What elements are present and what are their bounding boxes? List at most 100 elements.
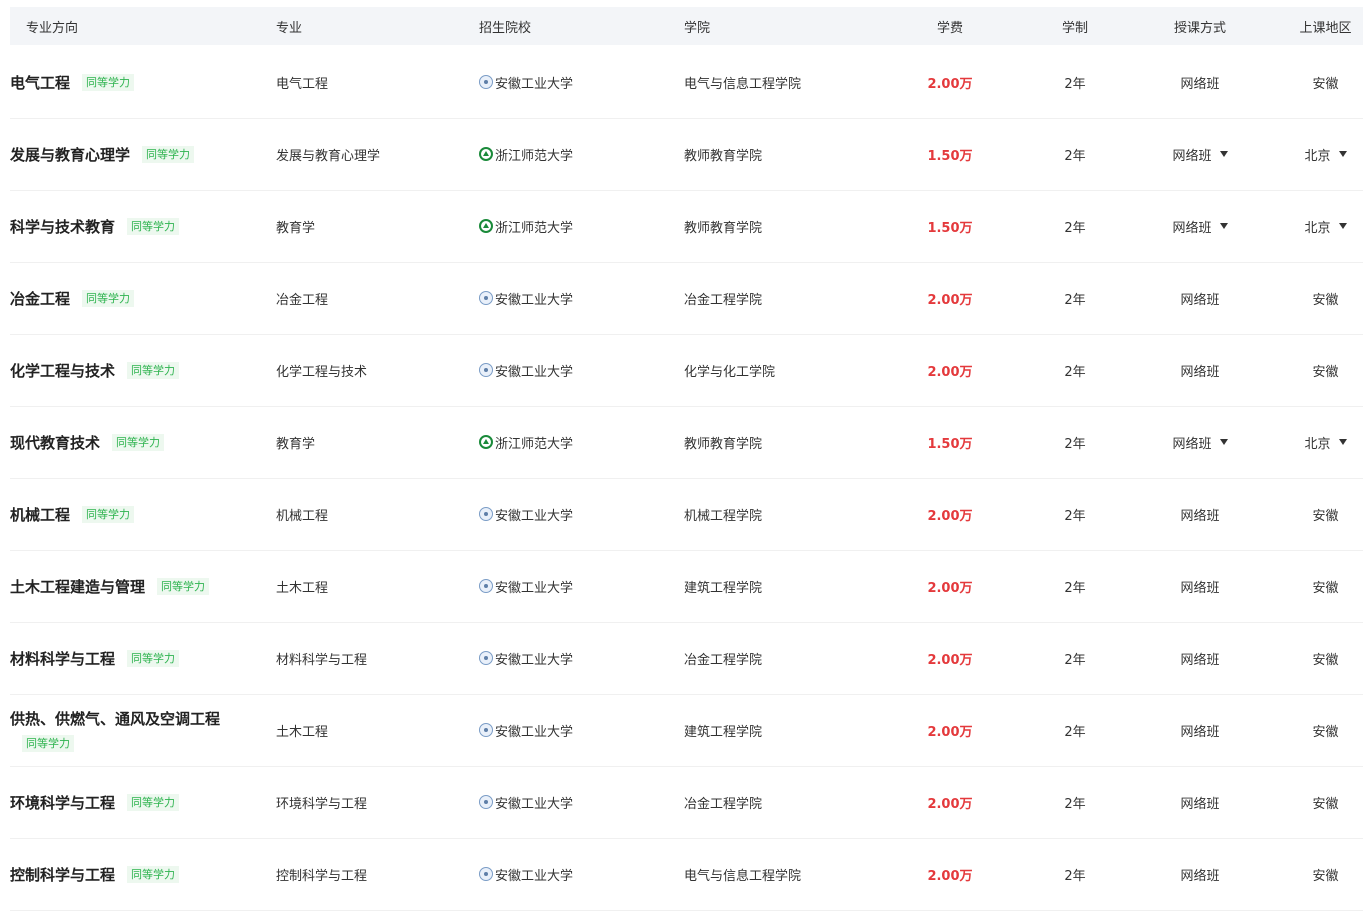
table-row[interactable]: 机械工程 同等学力 机械工程 安徽工业大学 机械工程学院 2.00万 2年 网络… bbox=[10, 478, 1363, 551]
table-row[interactable]: 环境科学与工程 同等学力 环境科学与工程 安徽工业大学 冶金工程学院 2.00万… bbox=[10, 766, 1363, 839]
direction-cell: 化学工程与技术 同等学力 bbox=[10, 334, 270, 406]
direction-name[interactable]: 材料科学与工程 bbox=[10, 648, 115, 669]
header-years: 学制 bbox=[1061, 20, 1088, 36]
college-cell: 冶金工程学院 bbox=[684, 292, 763, 308]
fee-cell: 2.00万 bbox=[910, 46, 990, 118]
table-row[interactable]: 发展与教育心理学 同等学力 发展与教育心理学 浙江师范大学 教师教育学院 1.5… bbox=[10, 118, 1363, 191]
direction-cell: 环境科学与工程 同等学力 bbox=[10, 766, 270, 838]
mode-dropdown[interactable]: 网络班 bbox=[1172, 145, 1228, 164]
table-row[interactable]: 材料科学与工程 同等学力 材料科学与工程 安徽工业大学 冶金工程学院 2.00万… bbox=[10, 622, 1363, 695]
school-name: 安徽工业大学 bbox=[495, 724, 574, 740]
direction-name[interactable]: 供热、供燃气、通风及空调工程 bbox=[10, 708, 220, 729]
table-row[interactable]: 电气工程 同等学力 电气工程 安徽工业大学 电气与信息工程学院 2.00万 2年… bbox=[10, 46, 1363, 119]
fee-value: 2.00万 bbox=[927, 868, 973, 884]
mode-value: 网络班 bbox=[1180, 652, 1220, 668]
region-value: 安徽 bbox=[1312, 292, 1339, 308]
mode-cell: 网络班 bbox=[1150, 334, 1250, 406]
header-direction: 专业方向 bbox=[26, 20, 79, 36]
direction-name[interactable]: 冶金工程 bbox=[10, 288, 70, 309]
school-name: 浙江师范大学 bbox=[495, 436, 574, 452]
table-row[interactable]: 现代教育技术 同等学力 教育学 浙江师范大学 教师教育学院 1.50万 2年 网… bbox=[10, 406, 1363, 479]
equivalent-degree-badge: 同等学力 bbox=[142, 145, 195, 163]
region-cell: 北京 bbox=[1288, 406, 1363, 478]
school-name: 安徽工业大学 bbox=[495, 868, 574, 884]
region-cell: 北京 bbox=[1288, 118, 1363, 190]
school-name: 安徽工业大学 bbox=[495, 508, 574, 524]
equivalent-degree-badge: 同等学力 bbox=[82, 73, 135, 91]
direction-name[interactable]: 电气工程 bbox=[10, 72, 70, 93]
school-cell: 浙江师范大学 bbox=[479, 190, 679, 262]
table-row[interactable]: 化学工程与技术 同等学力 化学工程与技术 安徽工业大学 化学与化工学院 2.00… bbox=[10, 334, 1363, 407]
college-cell: 冶金工程学院 bbox=[684, 796, 763, 812]
years-cell: 2年 bbox=[1064, 364, 1086, 380]
region-dropdown[interactable]: 北京 bbox=[1304, 217, 1347, 236]
major-cell: 电气工程 bbox=[276, 76, 329, 92]
school-name: 浙江师范大学 bbox=[495, 220, 574, 236]
direction-name[interactable]: 科学与技术教育 bbox=[10, 216, 115, 237]
region-value: 安徽 bbox=[1312, 652, 1339, 668]
mode-value: 网络班 bbox=[1172, 436, 1212, 452]
region-cell: 安徽 bbox=[1288, 622, 1363, 694]
zjnu-logo-icon bbox=[479, 219, 493, 233]
mode-cell: 网络班 bbox=[1150, 478, 1250, 550]
table-row[interactable]: 土木工程建造与管理 同等学力 土木工程 安徽工业大学 建筑工程学院 2.00万 … bbox=[10, 550, 1363, 623]
direction-name[interactable]: 发展与教育心理学 bbox=[10, 144, 130, 165]
fee-value: 2.00万 bbox=[927, 76, 973, 92]
major-cell: 控制科学与工程 bbox=[276, 868, 368, 884]
direction-name[interactable]: 环境科学与工程 bbox=[10, 792, 115, 813]
mode-dropdown[interactable]: 网络班 bbox=[1172, 217, 1228, 236]
direction-name[interactable]: 土木工程建造与管理 bbox=[10, 576, 145, 597]
ahut-logo-icon bbox=[479, 651, 493, 665]
ahut-logo-icon bbox=[479, 291, 493, 305]
region-cell: 安徽 bbox=[1288, 262, 1363, 334]
table-row[interactable]: 控制科学与工程 同等学力 控制科学与工程 安徽工业大学 电气与信息工程学院 2.… bbox=[10, 838, 1363, 911]
equivalent-degree-badge: 同等学力 bbox=[127, 793, 180, 811]
zjnu-logo-icon bbox=[479, 147, 493, 161]
direction-name[interactable]: 现代教育技术 bbox=[10, 432, 100, 453]
direction-name[interactable]: 化学工程与技术 bbox=[10, 360, 115, 381]
major-cell: 教育学 bbox=[276, 220, 316, 236]
fee-cell: 1.50万 bbox=[910, 190, 990, 262]
direction-cell: 冶金工程 同等学力 bbox=[10, 262, 270, 334]
mode-cell: 网络班 bbox=[1150, 262, 1250, 334]
direction-name[interactable]: 机械工程 bbox=[10, 504, 70, 525]
caret-down-icon bbox=[1219, 223, 1228, 229]
major-cell: 材料科学与工程 bbox=[276, 652, 368, 668]
table-row[interactable]: 冶金工程 同等学力 冶金工程 安徽工业大学 冶金工程学院 2.00万 2年 网络… bbox=[10, 262, 1363, 335]
college-cell: 建筑工程学院 bbox=[684, 724, 763, 740]
region-cell: 安徽 bbox=[1288, 46, 1363, 118]
region-cell: 安徽 bbox=[1288, 334, 1363, 406]
mode-value: 网络班 bbox=[1180, 868, 1220, 884]
zjnu-logo-icon bbox=[479, 435, 493, 449]
years-cell: 2年 bbox=[1064, 868, 1086, 884]
region-dropdown[interactable]: 北京 bbox=[1304, 433, 1347, 452]
mode-dropdown[interactable]: 网络班 bbox=[1172, 433, 1228, 452]
mode-cell: 网络班 bbox=[1150, 838, 1250, 910]
school-cell: 安徽工业大学 bbox=[479, 478, 679, 550]
mode-cell: 网络班 bbox=[1150, 190, 1250, 262]
mode-cell: 网络班 bbox=[1150, 694, 1250, 766]
table-row[interactable]: 供热、供燃气、通风及空调工程 同等学力 土木工程 安徽工业大学 建筑工程学院 2… bbox=[10, 694, 1363, 767]
direction-name[interactable]: 控制科学与工程 bbox=[10, 864, 115, 885]
header-college: 学院 bbox=[684, 20, 711, 36]
fee-cell: 2.00万 bbox=[910, 550, 990, 622]
school-cell: 安徽工业大学 bbox=[479, 46, 679, 118]
region-dropdown[interactable]: 北京 bbox=[1304, 145, 1347, 164]
region-cell: 安徽 bbox=[1288, 838, 1363, 910]
school-cell: 安徽工业大学 bbox=[479, 262, 679, 334]
college-cell: 冶金工程学院 bbox=[684, 652, 763, 668]
ahut-logo-icon bbox=[479, 507, 493, 521]
table-row[interactable]: 科学与技术教育 同等学力 教育学 浙江师范大学 教师教育学院 1.50万 2年 … bbox=[10, 190, 1363, 263]
college-cell: 教师教育学院 bbox=[684, 436, 763, 452]
direction-cell: 材料科学与工程 同等学力 bbox=[10, 622, 270, 694]
major-cell: 教育学 bbox=[276, 436, 316, 452]
ahut-logo-icon bbox=[479, 723, 493, 737]
fee-cell: 1.50万 bbox=[910, 406, 990, 478]
fee-cell: 2.00万 bbox=[910, 766, 990, 838]
region-cell: 安徽 bbox=[1288, 766, 1363, 838]
years-cell: 2年 bbox=[1064, 148, 1086, 164]
mode-cell: 网络班 bbox=[1150, 766, 1250, 838]
direction-cell: 发展与教育心理学 同等学力 bbox=[10, 118, 270, 190]
school-name: 安徽工业大学 bbox=[495, 580, 574, 596]
fee-value: 2.00万 bbox=[927, 364, 973, 380]
